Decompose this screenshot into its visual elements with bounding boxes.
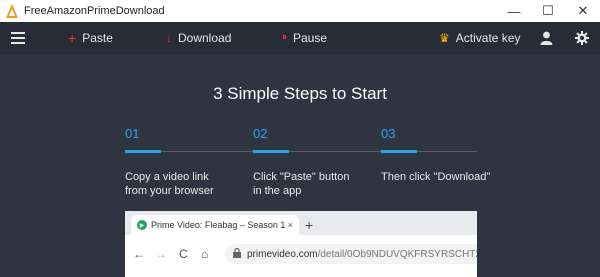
menu-icon[interactable] [11, 32, 25, 44]
forward-arrow-icon: → [155, 247, 167, 261]
step-number: 02 [253, 126, 268, 141]
window-title: FreeAmazonPrimeDownload [24, 5, 165, 17]
toolbar: + Paste ↓ Download ⏸ Pause ♛ Activate ke… [0, 22, 600, 54]
step-number: 03 [381, 126, 396, 141]
settings-gear-icon[interactable] [575, 31, 589, 45]
prime-video-favicon: ▶ [137, 220, 147, 230]
step-description: Then click "Download" [381, 170, 509, 184]
home-icon: ⌂ [201, 247, 209, 261]
step-progress-bar [381, 150, 417, 153]
user-icon[interactable] [540, 31, 553, 45]
main-panel: 3 Simple Steps to Start 01 Copy a video … [0, 54, 600, 277]
step-3: 03 Then click "Download" [381, 126, 506, 183]
step-description: Copy a video link from your browser [125, 170, 253, 198]
url-field: primevideo.com /detail/0Ob9NDUVQKFRSYRSC… [225, 244, 477, 264]
back-arrow-icon: ← [133, 247, 145, 261]
address-bar: ← → C ⌂ primevideo.com /detail/0Ob9NDUVQ… [125, 235, 477, 277]
minimize-button[interactable]: — [497, 0, 531, 22]
plus-icon: + [68, 30, 77, 46]
step-divider [289, 151, 381, 152]
tab-close-icon: × [287, 220, 293, 230]
lock-icon [233, 247, 241, 260]
step-divider [417, 151, 477, 152]
step-text-line: in the app [253, 185, 302, 197]
url-path: /detail/0Ob9NDUVQKFRSYRSCHT2A785956 [317, 248, 477, 260]
page-title: 3 Simple Steps to Start [213, 84, 387, 103]
step-2: 02 Click "Paste" button in the app [253, 126, 381, 197]
title-bar: FreeAmazonPrimeDownload — ☐ ✕ [0, 0, 600, 22]
app-logo-icon [6, 4, 18, 18]
step-text-line: Click "Paste" button [253, 171, 350, 183]
activate-key-button[interactable]: ♛ Activate key [439, 22, 520, 54]
pause-button[interactable]: ⏸ Pause [282, 22, 327, 54]
step-description: Click "Paste" button in the app [253, 170, 381, 198]
browser-tab-title: Prime Video: Fleabag – Season 1 [151, 220, 286, 230]
browser-illustration: ▶ Prime Video: Fleabag – Season 1 × + ← … [125, 211, 477, 277]
step-divider [161, 151, 253, 152]
paste-label: Paste [82, 31, 113, 45]
step-text-line: Copy a video link [125, 171, 209, 183]
step-1: 01 Copy a video link from your browser [125, 126, 253, 197]
step-progress-bar [125, 150, 161, 153]
new-tab-icon: + [305, 217, 314, 233]
step-text-line: from your browser [125, 185, 214, 197]
reload-icon: C [179, 247, 188, 261]
download-button[interactable]: ↓ Download [166, 22, 231, 54]
pause-icon: ⏸ [282, 32, 287, 43]
download-icon: ↓ [166, 31, 172, 45]
download-label: Download [178, 31, 232, 45]
crown-icon: ♛ [439, 31, 450, 45]
maximize-button[interactable]: ☐ [531, 0, 565, 22]
close-button[interactable]: ✕ [566, 0, 600, 22]
url-host: primevideo.com [247, 248, 318, 260]
step-progress-bar [253, 150, 289, 153]
paste-button[interactable]: + Paste [68, 22, 113, 54]
step-text-line: Then click "Download" [381, 171, 491, 183]
browser-tab: ▶ Prime Video: Fleabag – Season 1 × [131, 215, 299, 235]
step-number: 01 [125, 126, 140, 141]
activate-key-label: Activate key [455, 31, 521, 45]
pause-label: Pause [293, 31, 328, 45]
